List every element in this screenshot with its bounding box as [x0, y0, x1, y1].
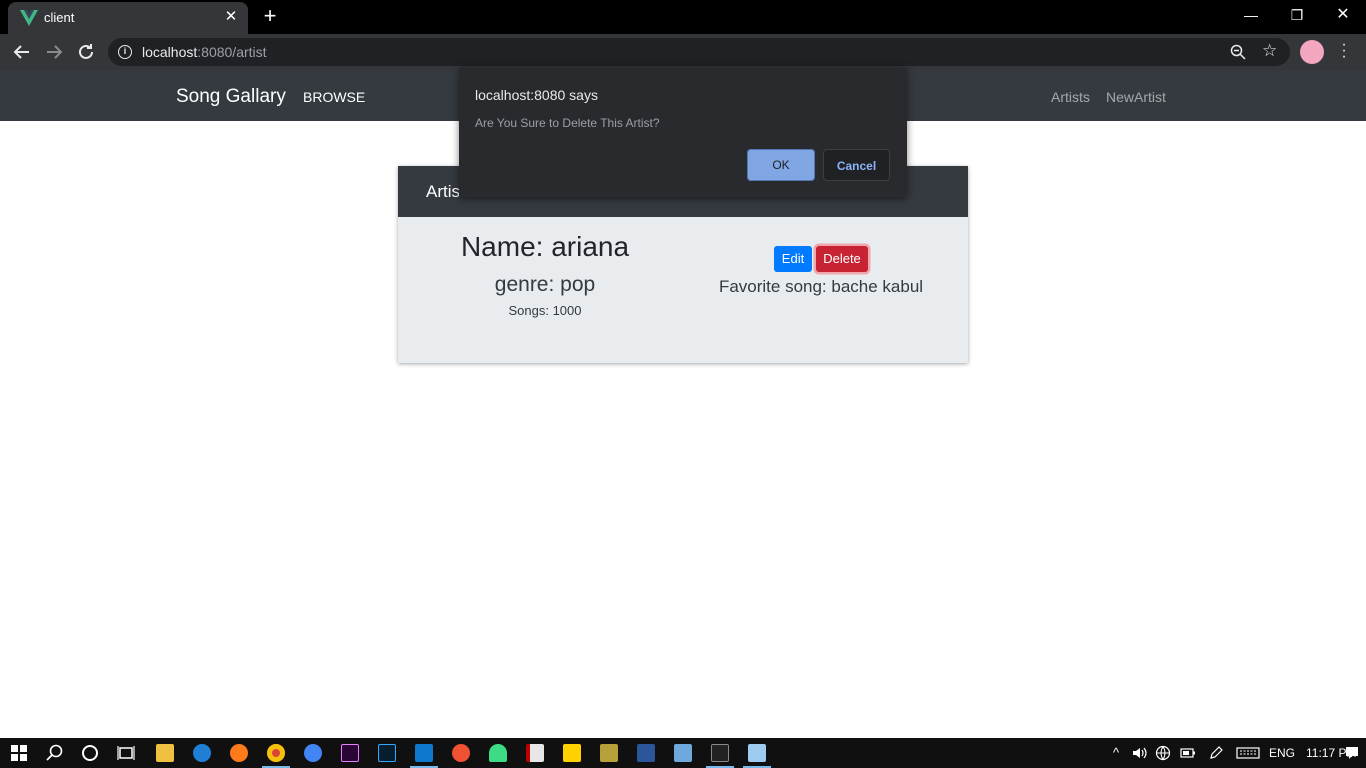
- network-globe-icon[interactable]: [1155, 745, 1171, 761]
- nav-link-newartist[interactable]: NewArtist: [1106, 89, 1166, 105]
- task-view-icon[interactable]: [117, 744, 135, 762]
- delete-button[interactable]: Delete: [816, 246, 868, 272]
- photoshop-icon[interactable]: [378, 744, 396, 762]
- confirm-dialog: localhost:8080 says Are You Sure to Dele…: [459, 67, 907, 197]
- artist-name: Name: ariana: [460, 231, 630, 262]
- card-body: Name: ariana genre: pop Songs: 1000 Edit…: [398, 217, 968, 363]
- card-title: Artis: [426, 182, 460, 201]
- windows-taskbar: ^ ENG 11:17 PM: [0, 738, 1366, 768]
- brand-link[interactable]: Song Gallary: [176, 86, 286, 108]
- word-icon[interactable]: [637, 744, 655, 762]
- vscode-icon[interactable]: [415, 744, 433, 762]
- file-explorer-icon[interactable]: [156, 744, 174, 762]
- browse-link[interactable]: BROWSE: [303, 89, 365, 105]
- edge-icon[interactable]: [193, 744, 211, 762]
- filezilla-icon[interactable]: [526, 744, 544, 762]
- keyboard-icon[interactable]: [1236, 745, 1260, 761]
- zoom-out-icon[interactable]: [1230, 44, 1246, 60]
- chrome-icon[interactable]: [267, 744, 285, 762]
- notifications-icon[interactable]: [1344, 745, 1360, 761]
- notepad-icon[interactable]: [748, 744, 766, 762]
- browser-tab[interactable]: client ✕: [8, 2, 248, 34]
- artist-songs: Songs: 1000: [508, 303, 582, 318]
- favorite-song: Favorite song: bache kabul: [718, 277, 924, 296]
- windows-start-icon[interactable]: [10, 744, 28, 762]
- firefox-icon[interactable]: [230, 744, 248, 762]
- chevron-up-icon[interactable]: ^: [1108, 745, 1124, 761]
- browser-tab-bar: client ✕ + — ❐ ✕: [0, 0, 1366, 34]
- bookmark-star-icon[interactable]: ☆: [1262, 42, 1277, 60]
- android-icon[interactable]: [489, 744, 507, 762]
- language-indicator[interactable]: ENG: [1269, 746, 1295, 760]
- premiere-icon[interactable]: [341, 744, 359, 762]
- edit-button[interactable]: Edit: [774, 246, 812, 272]
- address-bar[interactable]: i localhost:8080/artist ☆: [108, 38, 1290, 66]
- restore-button[interactable]: ❐: [1274, 4, 1320, 28]
- battery-icon[interactable]: [1180, 745, 1196, 761]
- pen-icon[interactable]: [1208, 745, 1224, 761]
- ok-button[interactable]: OK: [747, 149, 815, 181]
- git-icon[interactable]: [452, 744, 470, 762]
- browser-toolbar: i localhost:8080/artist ☆: [0, 34, 1366, 70]
- minimize-button[interactable]: —: [1228, 4, 1274, 28]
- sticky-notes-icon[interactable]: [563, 744, 581, 762]
- site-info-icon[interactable]: i: [118, 45, 132, 59]
- browser-menu-icon[interactable]: · · ·: [1336, 37, 1352, 65]
- winrar-icon[interactable]: [600, 744, 618, 762]
- reload-icon[interactable]: [74, 40, 98, 64]
- new-tab-button[interactable]: +: [258, 5, 282, 29]
- close-window-button[interactable]: ✕: [1320, 4, 1366, 28]
- search-icon[interactable]: [46, 744, 64, 762]
- artist-genre: genre: pop: [494, 273, 596, 296]
- back-arrow-icon[interactable]: [10, 40, 34, 64]
- nav-link-artists[interactable]: Artists: [1051, 89, 1090, 105]
- vue-logo-icon: [20, 10, 38, 26]
- cancel-button[interactable]: Cancel: [823, 149, 890, 181]
- profile-avatar[interactable]: [1300, 40, 1324, 64]
- dialog-origin: localhost:8080 says: [475, 87, 598, 103]
- forward-arrow-icon[interactable]: [42, 40, 66, 64]
- cmd-icon[interactable]: [711, 744, 729, 762]
- url-text: localhost:8080/artist: [142, 44, 267, 60]
- volume-icon[interactable]: [1131, 745, 1147, 761]
- tab-title: client: [44, 10, 75, 25]
- tab-close-icon[interactable]: ✕: [222, 8, 240, 26]
- cortana-icon[interactable]: [81, 744, 99, 762]
- control-panel-icon[interactable]: [674, 744, 692, 762]
- dialog-message: Are You Sure to Delete This Artist?: [475, 116, 660, 130]
- chrome-alt-icon[interactable]: [304, 744, 322, 762]
